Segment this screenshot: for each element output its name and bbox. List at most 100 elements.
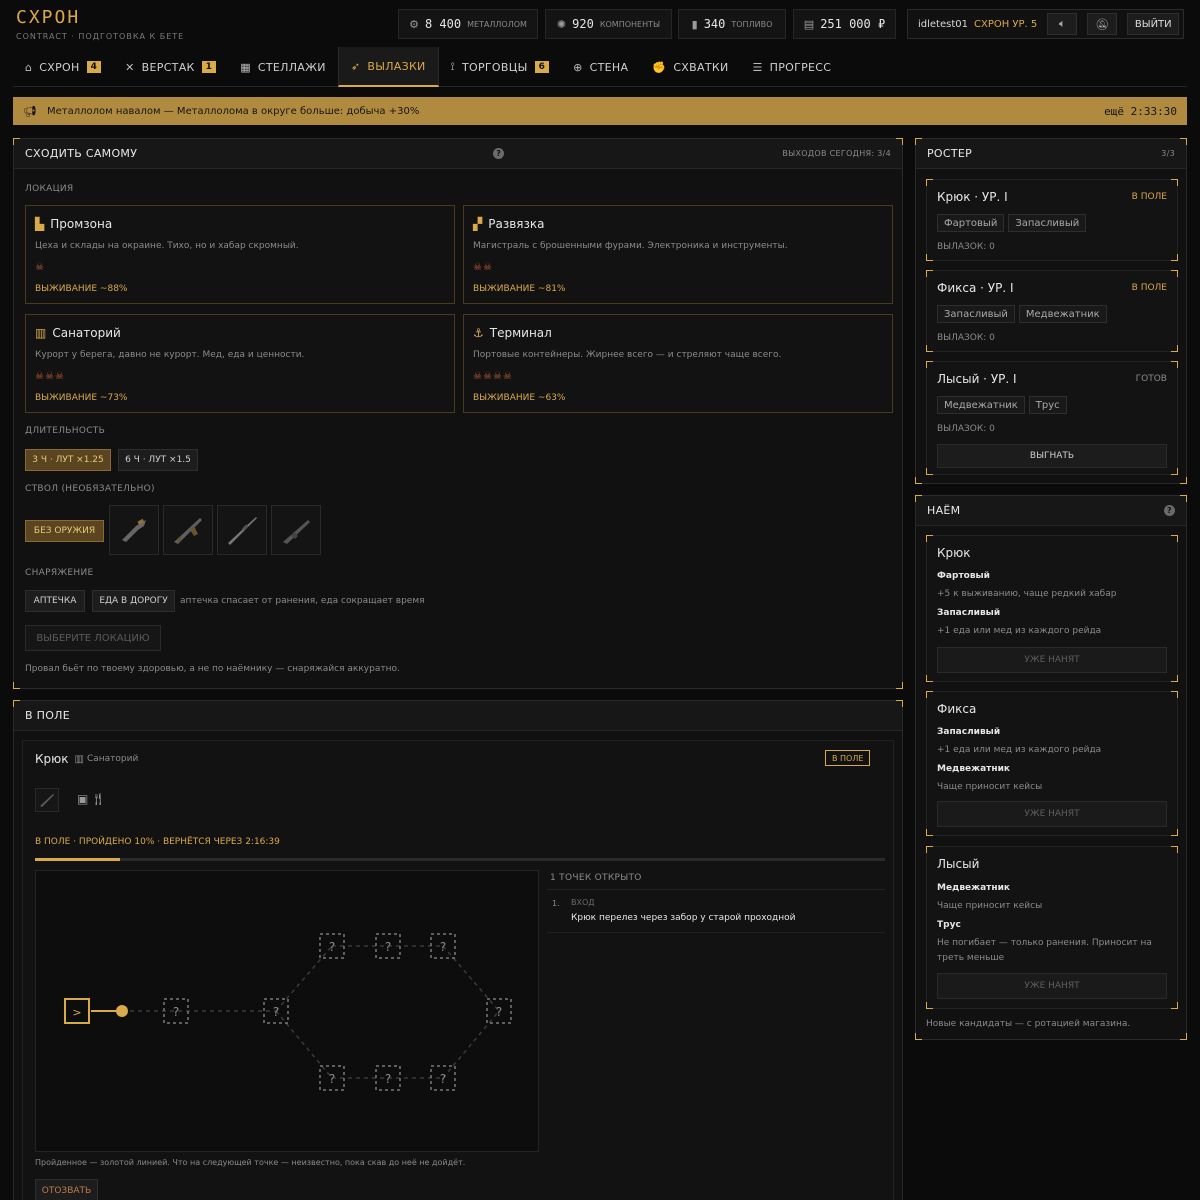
location-card-promzona[interactable]: ▙ Промзона Цеха и склады на окраине. Тихо… [25,205,455,304]
app-subtitle: CONTRACT · ПОДГОТОВКА К БЕТЕ [16,32,185,41]
trait-name: Фартовый [937,571,990,581]
hire-button[interactable]: УЖЕ НАНЯТ [937,801,1167,827]
tab-bunker[interactable]: ⌂ СХРОН 4 [13,47,113,87]
main-tabs: ⌂ СХРОН 4 ✕ ВЕРСТАК 1 ▦ СТЕЛЛАЖИ ➶ ВЫЛАЗКИ ⟟ ТО… [13,47,1187,87]
location-card-sanatorium[interactable]: ▥ Санаторий Курорт у берега, давно не кур… [25,314,455,413]
hire-button[interactable]: УЖЕ НАНЯТ [937,973,1167,999]
logout-button[interactable]: ВЫЙТИ [1127,13,1180,35]
trait-tag: Фартовый [937,214,1005,232]
weapon-slot-rifle[interactable] [217,505,267,555]
danger-skulls: ☠ [35,262,45,273]
tab-shelves[interactable]: ▦ СТЕЛЛАЖИ [228,47,338,87]
truck-icon: ▞ [473,217,483,231]
trait-desc: +1 еда или мед из каждого рейда [937,626,1102,636]
start-node-icon: > [72,1006,81,1019]
merc-tags: Медвежатник Трус [937,396,1067,414]
mission-card: Крюк ▥ Санаторий В ПОЛЕ ▣🍴︎ В ПОЛЕ · ПРО… [22,740,894,1200]
start-raid-button[interactable]: ВЫБЕРИТЕ ЛОКАЦИЮ [25,625,161,651]
candidate-name: Крюк [937,546,971,560]
tab-badge: 6 [534,61,550,73]
location-card-razvyazka[interactable]: ▞ Развязка Магистраль с брошенными фурами… [463,205,893,304]
danger-skulls: ☠☠ [473,262,493,273]
help-icon[interactable]: ? [493,148,505,159]
trait-tag: Трус [1028,396,1067,414]
weapon-slot-smg[interactable] [271,505,321,555]
weapon-slot-pistol[interactable] [109,505,159,555]
trait-name: Трус [937,920,961,930]
unknown-mark: ? [329,1072,335,1086]
hire-panel: НАЁМ ? Крюк Фартовый +5 к выживанию, чащ… [915,495,1187,1040]
trait-name: Медвежатник [937,764,1011,774]
workbench-icon: ✕ [125,60,135,74]
trait-desc: Чаще приносит кейсы [937,782,1043,792]
help-icon[interactable]: ? [1164,505,1175,516]
hire-button[interactable]: УЖЕ НАНЯТ [937,647,1167,673]
duration-6h-button[interactable]: 6 Ч · ЛУТ ×1.5 [118,449,198,471]
merc-status: ГОТОВ [1135,374,1167,384]
location-name: ⚓ Терминал [473,326,552,340]
food-button[interactable]: ЕДА В ДОРОГУ [92,590,175,612]
speaker-icon: 🔈︎ [1058,17,1066,30]
trait-desc: +1 еда или мед из каждого рейда [937,745,1102,755]
tab-label: ТОРГОВЦЫ [462,60,528,74]
resource-value: 251 000 ₽ [820,17,886,31]
merc-runs: ВЫЛАЗОК: 0 [937,242,995,252]
candidate-name: Фикса [937,702,977,716]
map-note: Пройденное — золотой линией. Что на след… [35,1158,466,1167]
merc-status: В ПОЛЕ [1131,283,1167,293]
sound-toggle-button[interactable]: 🔈︎ [1047,13,1078,35]
survival-rate: ВЫЖИВАНИЕ ~88% [35,284,128,294]
duration-label: ДЛИТЕЛЬНОСТЬ [25,426,106,436]
candidate-name: Лысый [937,857,980,871]
tab-progress[interactable]: ☰ ПРОГРЕСС [740,47,843,87]
tab-wall[interactable]: ⊕ СТЕНА [561,47,640,87]
solo-raid-panel: СХОДИТЬ САМОМУ ? ВЫХОДОВ СЕГОДНЯ: 3/4 ЛО… [13,138,903,689]
no-weapon-button[interactable]: БЕЗ ОРУЖИЯ [25,520,104,542]
event-timer: ещё 2:33:30 [1104,104,1177,118]
megaphone-icon: 📢︎ [23,104,37,118]
panel-header: РОСТЕР 3/3 [916,139,1186,169]
location-label: ЛОКАЦИЯ [25,184,74,194]
smg-icon [283,520,310,544]
resource-label: КОМПОНЕНТЫ [599,19,661,29]
location-name: ▥ Санаторий [35,326,121,340]
weapon-slot-ak[interactable] [163,505,213,555]
location-card-terminal[interactable]: ⚓ Терминал Портовые контейнеры. Жирнее вс… [463,314,893,413]
merc-tags: Запасливый Медвежатник [937,305,1107,323]
danger-skulls: ☠☠☠☠ [473,371,513,382]
tab-fights[interactable]: ✊ СХВАТКИ [640,47,740,87]
merc-name: Крюк · УР. I [937,190,1008,204]
shelves-icon: ▦ [240,60,251,74]
tab-workbench[interactable]: ✕ ВЕРСТАК 1 [113,47,228,87]
list-icon: ☰ [752,60,763,74]
recall-button[interactable]: ОТОЗВАТЬ [35,1179,98,1200]
mission-progress-fill [35,858,120,861]
location-name: ▞ Развязка [473,217,545,231]
points-opened: 1 ТОЧЕК ОТКРЫТО [550,873,642,883]
tab-traders[interactable]: ⟟ ТОРГОВЦЫ 6 [439,47,562,87]
trait-name: Медвежатник [937,883,1011,893]
notifications-toggle-button[interactable]: 🔕︎ [1087,13,1118,35]
ak-icon [174,518,202,544]
anchor-icon: ⚓ [473,326,484,340]
merc-runs: ВЫЛАЗОК: 0 [937,424,995,434]
panel-header: СХОДИТЬ САМОМУ ? ВЫХОДОВ СЕГОДНЯ: 3/4 [14,139,902,169]
tab-raids[interactable]: ➶ ВЫЛАЗКИ [337,47,439,87]
survival-rate: ВЫЖИВАНИЕ ~81% [473,284,566,294]
duration-3h-button[interactable]: 3 Ч · ЛУТ ×1.25 [25,449,111,471]
unknown-mark: ? [273,1005,279,1019]
weapon-label: СТВОЛ (НЕОБЯЗАТЕЛЬНО) [25,484,155,494]
roster-count: 3/3 [1161,149,1175,158]
bunker-level: СХРОН УР. 5 [974,18,1038,30]
hire-card-kryuk: Крюк Фартовый +5 к выживанию, чаще редки… [926,535,1178,682]
mission-weapon-slot [35,788,59,812]
trait-desc: +5 к выживанию, чаще редкий хабар [937,589,1117,599]
components-icon: ✺ [556,17,567,31]
crosshair-icon: ⊕ [573,60,583,74]
send-merc-button[interactable]: ВЫГНАТЬ [937,444,1167,468]
hire-card-lysyi: Лысый Медвежатник Чаще приносит кейсы Тр… [926,846,1178,1009]
trait-tag: Медвежатник [937,396,1025,414]
medkit-button[interactable]: АПТЕЧКА [25,590,85,612]
trait-tag: Запасливый [1008,214,1087,232]
mission-gear: ▣🍴︎ [77,792,108,806]
